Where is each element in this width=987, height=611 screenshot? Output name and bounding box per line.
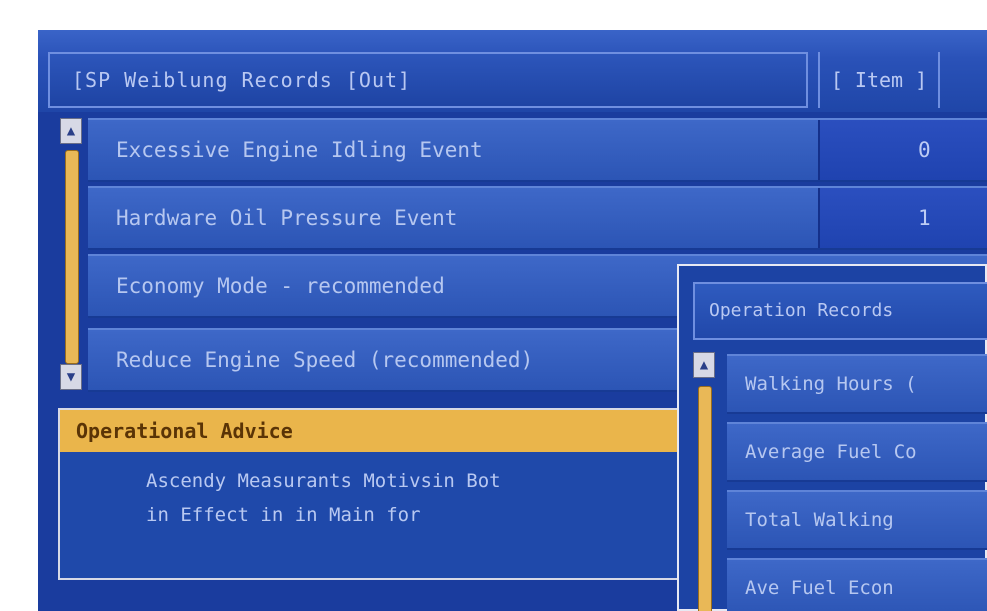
main-scrollbar[interactable]: ▲ ▼ (60, 118, 82, 390)
tab-item[interactable]: [ Item ] (818, 52, 940, 108)
up-arrow-icon[interactable]: ▲ (693, 352, 715, 378)
advice-line: Ascendy Measurants Motivsin Bot (146, 470, 501, 492)
popup-scroll-thumb[interactable] (698, 386, 712, 611)
popup-row[interactable]: Ave Fuel Econ (727, 558, 987, 611)
title-bar: [SP Weiblung Records [Out] [ Item ] (38, 30, 987, 112)
row-value: 1 (818, 188, 987, 248)
monitor-screen: [SP Weiblung Records [Out] [ Item ] ▲ ▼ … (38, 30, 987, 611)
operation-records-popup: Operation Records ▲ Walking Hours ( Aver… (677, 264, 987, 611)
up-arrow-icon[interactable]: ▲ (60, 118, 82, 144)
advice-heading: Operational Advice (60, 410, 696, 452)
record-row[interactable]: Hardware Oil Pressure Event 1 (88, 186, 987, 250)
down-arrow-icon[interactable]: ▼ (60, 364, 82, 390)
popup-scrollbar[interactable]: ▲ (693, 352, 715, 611)
row-label: Reduce Engine Speed (recommended) (116, 348, 534, 372)
row-value: 0 (818, 120, 987, 180)
advice-line: in Effect in in Main for (146, 504, 421, 526)
row-label: Economy Mode - recommended (116, 274, 445, 298)
advice-body: Ascendy Measurants Motivsin Bot in Effec… (146, 464, 686, 532)
advice-panel: Operational Advice Ascendy Measurants Mo… (58, 408, 698, 580)
popup-row[interactable]: Total Walking (727, 490, 987, 550)
scroll-thumb[interactable] (65, 150, 79, 364)
popup-row[interactable]: Average Fuel Co (727, 422, 987, 482)
row-label: Hardware Oil Pressure Event (116, 206, 458, 230)
row-label: Excessive Engine Idling Event (116, 138, 483, 162)
popup-row[interactable]: Walking Hours ( (727, 354, 987, 414)
screen-title: [SP Weiblung Records [Out] (72, 68, 412, 92)
record-row[interactable]: Excessive Engine Idling Event 0 (88, 118, 987, 182)
popup-title: Operation Records (693, 282, 987, 340)
